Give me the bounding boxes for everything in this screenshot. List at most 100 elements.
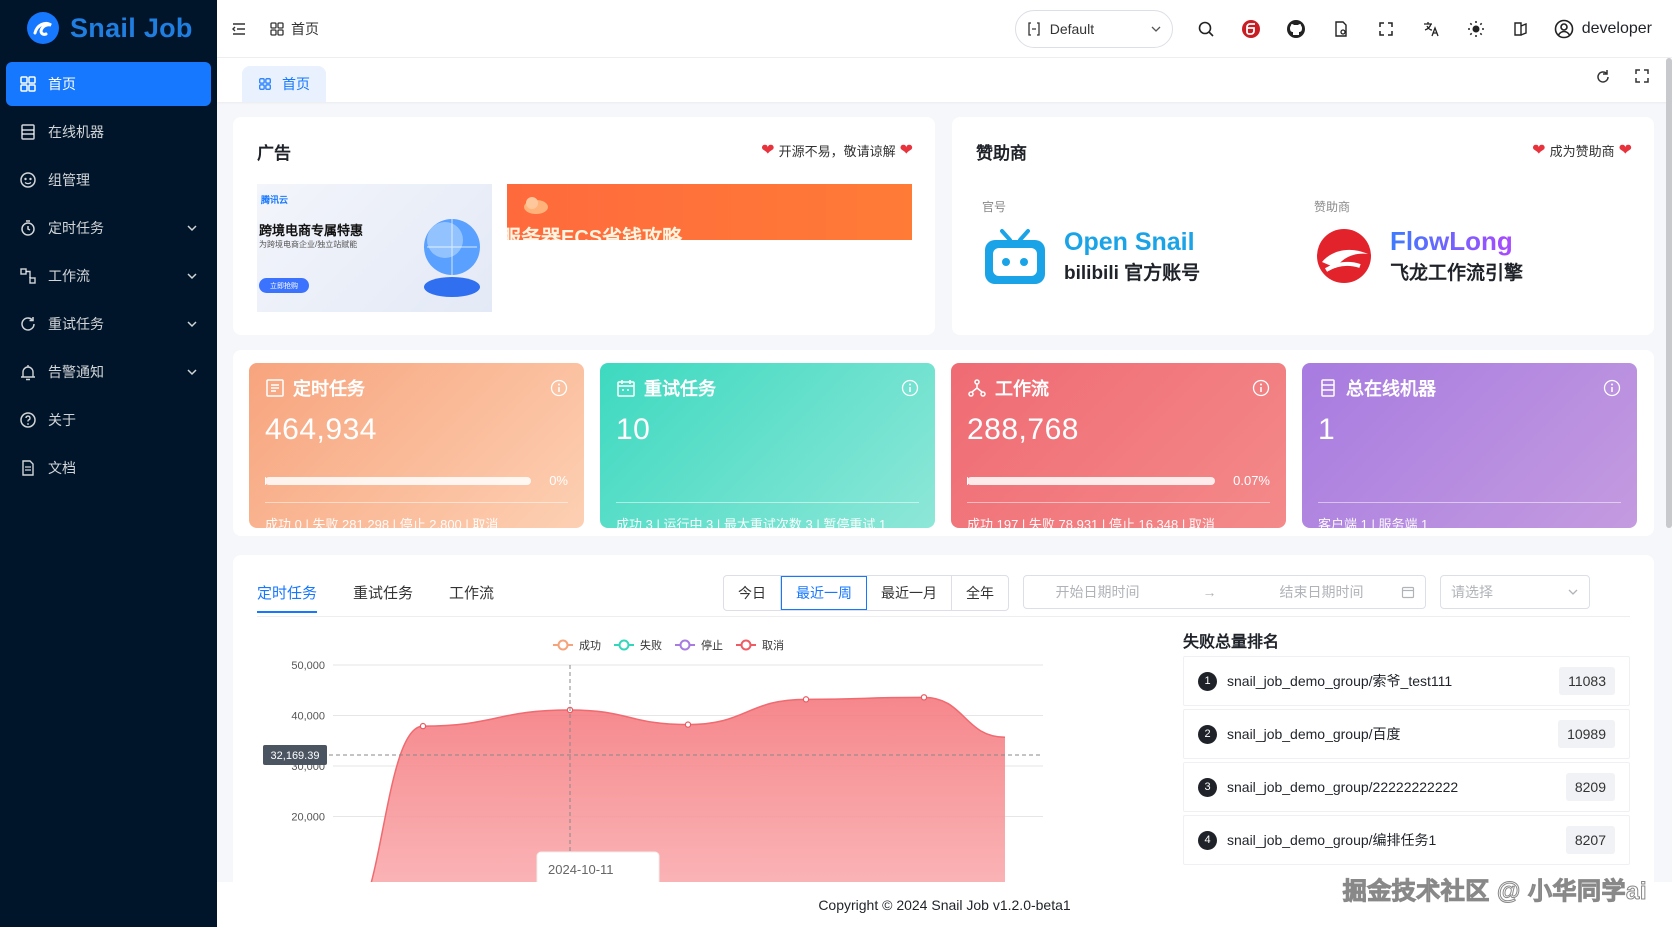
ranking-title: 失败总量排名 xyxy=(1183,634,1280,651)
timer-icon xyxy=(18,218,38,238)
ranking-item[interactable]: 4 snail_job_demo_group/编排任务1 8207 xyxy=(1183,815,1630,865)
fullscreen-icon xyxy=(1635,69,1649,83)
rank-group-name: snail_job_demo_group/22222222222 xyxy=(1227,779,1459,795)
sidebar-item-label: 首页 xyxy=(48,76,76,92)
range-button-1[interactable]: 最近一周 xyxy=(781,576,867,610)
ad-banner2-text: 服务器ECS省钱攻略 xyxy=(507,227,683,240)
search-button[interactable] xyxy=(1188,11,1224,47)
tab-label: 首页 xyxy=(282,76,310,92)
rank-count: 10989 xyxy=(1558,720,1615,748)
page-scrollbar[interactable] xyxy=(1666,58,1672,528)
info-icon[interactable] xyxy=(1603,379,1621,397)
sidebar-item-label: 告警通知 xyxy=(48,364,104,380)
sidebar-item-2[interactable]: 组管理 xyxy=(6,158,211,202)
sidebar-item-0[interactable]: 首页 xyxy=(6,62,211,106)
rank-number: 2 xyxy=(1198,724,1217,744)
reload-tab-button[interactable] xyxy=(1594,68,1612,86)
retry-icon xyxy=(18,314,38,334)
breadcrumb[interactable]: 首页 xyxy=(269,19,319,39)
ad-buy-button[interactable]: 立即抢购 xyxy=(259,278,309,293)
flowlong-link[interactable]: FlowLong 飞龙工作流引擎 xyxy=(1314,227,1523,285)
ranking-item[interactable]: 2 snail_job_demo_group/百度 10989 xyxy=(1183,709,1630,759)
dashboard-icon xyxy=(18,74,38,94)
group-select-placeholder: 请选择 xyxy=(1451,584,1493,600)
ad-banner-title: 跨境电商专属特惠 xyxy=(259,223,364,238)
info-icon[interactable] xyxy=(901,379,919,397)
rank-group-name: snail_job_demo_group/百度 xyxy=(1227,726,1401,742)
info-icon[interactable] xyxy=(550,379,568,397)
sidebar-item-5[interactable]: 重试任务 xyxy=(6,302,211,346)
sidebar-item-1[interactable]: 在线机器 xyxy=(6,110,211,154)
legend-marker xyxy=(618,639,630,651)
sidebar-item-7[interactable]: 关于 xyxy=(6,398,211,442)
group-select[interactable]: 请选择 xyxy=(1440,575,1590,609)
globe-icon xyxy=(424,219,480,297)
tab-home[interactable]: 首页 xyxy=(242,66,326,102)
chevron-down-icon xyxy=(185,365,199,379)
fullscreen-button[interactable] xyxy=(1368,11,1404,47)
file-settings-icon xyxy=(1335,20,1347,37)
collapse-menu-button[interactable] xyxy=(221,11,257,47)
legend-label: 取消 xyxy=(762,638,784,652)
stat-card-retry: 重试任务 10 成功 3 | 运行中 3 | 最大重试次数 3 | 暂停重试 1 xyxy=(600,363,935,528)
gitee-button[interactable] xyxy=(1233,11,1269,47)
api-doc-button[interactable] xyxy=(1323,11,1359,47)
rank-count: 11083 xyxy=(1559,667,1615,695)
app-name: Snail Job xyxy=(70,12,193,43)
chart-tab-0[interactable]: 定时任务 xyxy=(257,582,318,613)
legend-label: 停止 xyxy=(701,638,723,652)
fullscreen-icon xyxy=(1378,21,1393,36)
range-button-3[interactable]: 全年 xyxy=(952,576,1008,610)
sponsor-name: FlowLong xyxy=(1390,227,1523,256)
ranking-item[interactable]: 3 snail_job_demo_group/22222222222 8209 xyxy=(1183,762,1630,812)
tab-fullscreen-button[interactable] xyxy=(1634,68,1650,86)
divider xyxy=(616,502,919,503)
sidebar-item-8[interactable]: 文档 xyxy=(6,446,211,490)
app-logo[interactable]: Snail Job xyxy=(0,0,217,56)
range-button-2[interactable]: 最近一月 xyxy=(867,576,952,610)
refresh-icon xyxy=(1597,70,1609,83)
theme-toggle-button[interactable] xyxy=(1458,11,1494,47)
top-header: 首页 Default developer xyxy=(217,0,1672,58)
sidebar-item-label: 组管理 xyxy=(48,172,90,188)
range-button-0[interactable]: 今日 xyxy=(724,576,781,610)
ad-card: 广告 ❤ 开源不易，敬请谅解 ❤ 腾讯云 跨境电商专属特惠 为跨境电商企业/独立站赋… xyxy=(233,117,935,335)
stats-panel: 定时任务 464,934 0% 成功 0 | 失败 281,298 | 停止 2,80… xyxy=(233,350,1654,536)
flowlong-logo-icon xyxy=(1317,228,1371,283)
stat-breakdown: 成功 3 | 运行中 3 | 最大重试次数 3 | 暂停重试 1 xyxy=(616,517,887,528)
namespace-icon xyxy=(1028,21,1040,36)
heart-icon: ❤ xyxy=(761,142,775,159)
chart-tabs: 定时任务 重试任务 工作流 xyxy=(257,582,494,613)
ad-banner-tencent[interactable]: 腾讯云 跨境电商专属特惠 为跨境电商企业/独立站赋能 立即抢购 xyxy=(257,184,492,312)
sidebar-item-4[interactable]: 工作流 xyxy=(6,254,211,298)
sponsor-note[interactable]: ❤ 成为赞助商 ❤ xyxy=(1532,140,1632,160)
github-button[interactable] xyxy=(1278,11,1314,47)
ad-title: 广告 xyxy=(257,144,291,163)
namespace-select[interactable]: Default xyxy=(1014,9,1173,48)
progress: 0% xyxy=(265,473,568,488)
dashboard-icon xyxy=(270,21,284,36)
theme-config-button[interactable] xyxy=(1503,11,1539,47)
chevron-down-icon xyxy=(185,269,199,283)
language-button[interactable] xyxy=(1413,11,1449,47)
tab-bar: 首页 xyxy=(217,58,1672,102)
heart-icon: ❤ xyxy=(899,142,913,159)
stat-title: 定时任务 xyxy=(293,379,365,399)
chart-tab-2[interactable]: 工作流 xyxy=(449,582,494,613)
sidebar-item-6[interactable]: 告警通知 xyxy=(6,350,211,394)
sidebar-item-label: 文档 xyxy=(48,460,76,476)
divider xyxy=(265,502,568,503)
official-bilibili-link[interactable]: Open Snail bilibili 官方账号 xyxy=(982,227,1200,287)
rank-number: 3 xyxy=(1198,777,1217,797)
ad-banner-ecs[interactable]: 服务器ECS省钱攻略 xyxy=(507,184,912,240)
sidebar-item-3[interactable]: 定时任务 xyxy=(6,206,211,250)
stat-breakdown: 客户端 1 | 服务端 1 xyxy=(1318,517,1429,528)
chart-tab-1[interactable]: 重试任务 xyxy=(353,582,413,613)
user-menu[interactable]: developer xyxy=(1554,19,1652,39)
stat-icon xyxy=(265,378,285,398)
date-range-picker[interactable]: 开始日期时间 → 结束日期时间 xyxy=(1023,575,1426,609)
rank-number: 1 xyxy=(1198,671,1217,691)
stat-icon xyxy=(616,378,636,398)
ranking-item[interactable]: 1 snail_job_demo_group/索爷_test111 11083 xyxy=(1183,656,1630,706)
info-icon[interactable] xyxy=(1252,379,1270,397)
